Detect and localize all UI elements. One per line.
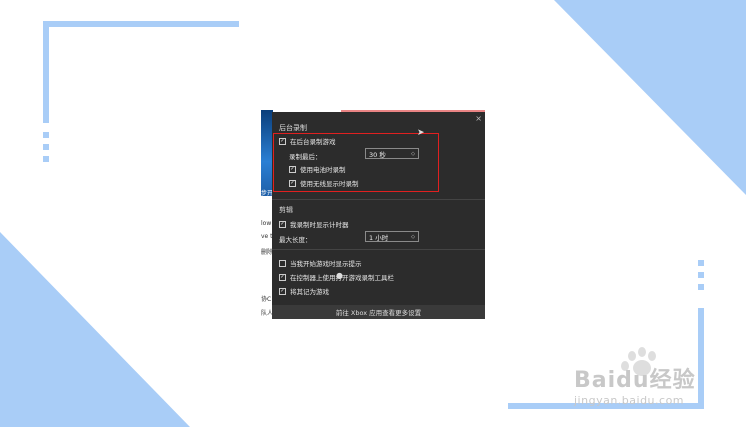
dots-right bbox=[698, 260, 704, 296]
watermark-url: jingyan.baidu.com bbox=[574, 394, 685, 407]
bg-fragment: low bbox=[261, 220, 272, 227]
bg-fragment: ve t bbox=[261, 233, 273, 240]
max-length-value: 1 小时 bbox=[369, 233, 389, 242]
frame-top-left-horizontal bbox=[43, 21, 239, 27]
checkbox-label: 当我开始游戏时显示提示 bbox=[290, 260, 362, 268]
max-length-label: 最大长度： bbox=[279, 236, 312, 244]
xbox-settings-link[interactable]: 前往 Xbox 应用查看更多设置 bbox=[272, 305, 485, 319]
bg-fragment: 协C bbox=[261, 296, 272, 303]
checkbox-label: 将其记为游戏 bbox=[290, 288, 329, 296]
mouse-cursor-icon: ➤ bbox=[417, 128, 425, 138]
highlight-box bbox=[273, 133, 439, 192]
checkbox-checked-icon: ✓ bbox=[279, 273, 286, 281]
embedded-screenshot: 步开 low ve t 删除 协C 队人 × 后台录制 ✓ 在后台录制游戏 录制… bbox=[261, 110, 485, 319]
checkbox-empty-icon bbox=[279, 259, 286, 267]
divider bbox=[272, 249, 485, 250]
checkbox-label: 我录制时显示计时器 bbox=[290, 221, 349, 229]
section-title-background-recording: 后台录制 bbox=[279, 124, 307, 132]
game-dvr-settings-panel: × 后台录制 ✓ 在后台录制游戏 录制最后： 30 秒 ◇ ✓ 使用电池时录制 … bbox=[272, 112, 485, 319]
divider bbox=[272, 199, 485, 200]
top-right-triangle bbox=[554, 0, 746, 195]
show-tips-checkbox[interactable]: 当我开始游戏时显示提示 bbox=[279, 258, 362, 268]
bottom-left-triangle bbox=[0, 232, 190, 427]
mouse-cursor-icon: ● bbox=[336, 271, 343, 280]
dots-left bbox=[43, 132, 49, 168]
frame-top-left-vertical bbox=[43, 21, 49, 123]
section-title-clip: 剪辑 bbox=[279, 206, 293, 214]
checkbox-checked-icon: ✓ bbox=[279, 287, 286, 295]
show-timer-checkbox[interactable]: ✓ 我录制时显示计时器 bbox=[279, 219, 349, 229]
watermark-brand: Baidu经验 bbox=[574, 368, 696, 393]
checkbox-checked-icon: ✓ bbox=[279, 220, 286, 228]
remember-game-checkbox[interactable]: ✓ 将其记为游戏 bbox=[279, 286, 329, 296]
chevron-updown-icon: ◇ bbox=[411, 233, 415, 240]
close-icon[interactable]: × bbox=[475, 114, 482, 123]
max-length-select[interactable]: 1 小时 ◇ bbox=[365, 231, 419, 242]
